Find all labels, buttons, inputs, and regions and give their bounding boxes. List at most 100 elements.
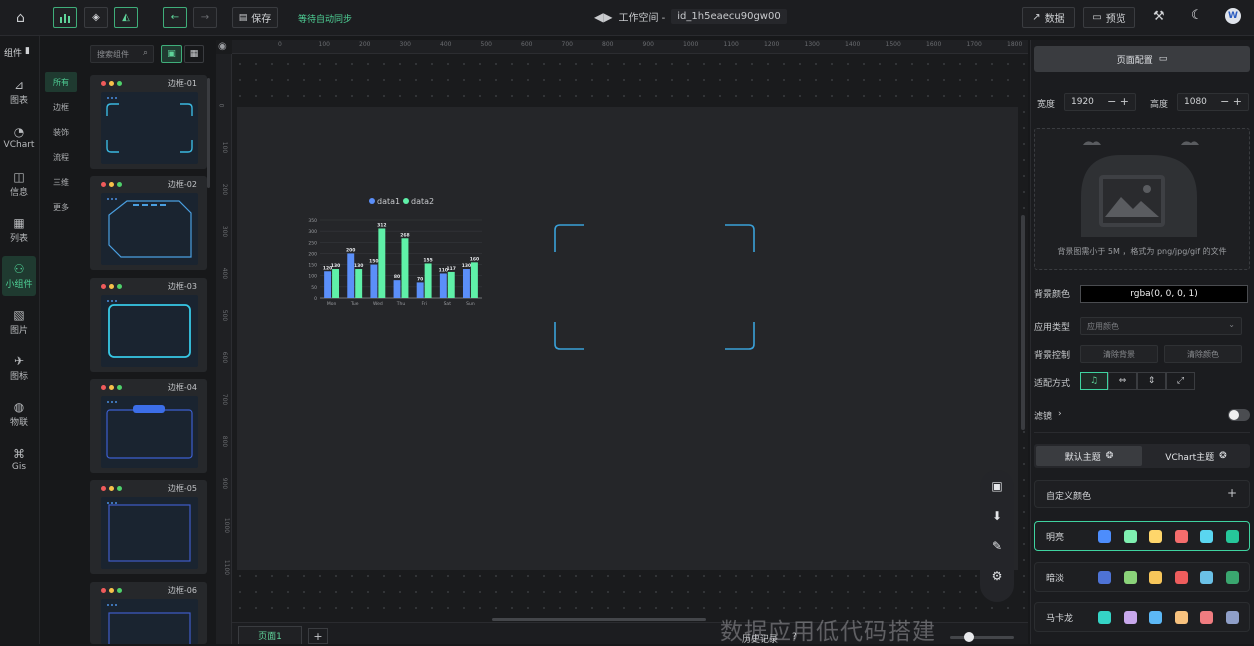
filter-row[interactable]: 滤镜 › bbox=[1034, 409, 1062, 422]
component-card[interactable]: 边框-01 bbox=[90, 75, 207, 169]
magic-wand-icon[interactable]: ⚒ bbox=[1153, 9, 1165, 24]
eye-icon[interactable]: ◉ bbox=[218, 41, 227, 52]
component-card[interactable]: 边框-02 bbox=[90, 176, 207, 270]
upload-hint: 背景图需小于 5M ，格式为 png/jpg/gif 的文件 bbox=[1057, 247, 1227, 256]
ruler-tick-label: 300 bbox=[221, 225, 229, 238]
ruler-tick-label: 1000 bbox=[683, 41, 699, 48]
data-label: 130 bbox=[331, 263, 340, 269]
color-swatch bbox=[1200, 611, 1213, 624]
bar-chart-widget[interactable]: data1 data2050100150200250300350Mon120130… bbox=[300, 190, 485, 310]
component-list-scrollbar[interactable] bbox=[207, 78, 210, 188]
subcategory-item[interactable]: 装饰 bbox=[45, 122, 77, 142]
component-card[interactable]: 边框-04 bbox=[90, 379, 207, 473]
rail-item-4[interactable]: ⚇ 小组件 bbox=[2, 256, 36, 296]
apply-type-select[interactable]: 应用颜色 ⌄ bbox=[1080, 317, 1242, 335]
trend-icon: ↗ bbox=[1032, 12, 1041, 23]
border-preview-icon bbox=[107, 502, 191, 562]
rail-item-0[interactable]: ⊿ 图表 bbox=[2, 72, 36, 112]
rail-item-5[interactable]: ▧ 图片 bbox=[2, 302, 36, 342]
plus-icon[interactable]: + bbox=[1227, 486, 1237, 500]
bar-data2 bbox=[470, 262, 478, 298]
data-button[interactable]: ↗ 数据 bbox=[1022, 7, 1075, 28]
component-card[interactable]: 边框-03 bbox=[90, 278, 207, 372]
subcategory-item[interactable]: 流程 bbox=[45, 147, 77, 167]
bar-chart-icon: ▮ bbox=[25, 46, 30, 56]
stepper-icon[interactable]: − + bbox=[1107, 95, 1129, 108]
workspace-indicator: ◀▶ 工作空间 - id_1h5eaecu90gw00 bbox=[594, 9, 787, 24]
clear-bg-button[interactable]: 清除背景 bbox=[1080, 345, 1158, 363]
theme-row[interactable]: 马卡龙 bbox=[1034, 602, 1250, 632]
border-frame-widget[interactable] bbox=[552, 222, 757, 352]
toggle-details-button[interactable]: ◭ bbox=[114, 7, 138, 28]
toggle-layers-button[interactable]: ◈ bbox=[84, 7, 108, 28]
bg-color-input[interactable]: rgba(0, 0, 0, 1) bbox=[1080, 285, 1248, 303]
moon-icon[interactable]: ☾ bbox=[1191, 8, 1203, 23]
theme-row[interactable]: 明亮 bbox=[1034, 521, 1250, 551]
redo-button[interactable]: → bbox=[193, 7, 217, 28]
width-input[interactable]: 1920 − + bbox=[1064, 93, 1136, 111]
download-icon[interactable]: ⬇ bbox=[984, 503, 1010, 529]
drop-icon: ◭ bbox=[122, 12, 130, 23]
color-swatch bbox=[1200, 530, 1213, 543]
subcategory-item[interactable]: 所有 bbox=[45, 72, 77, 92]
avatar[interactable]: W bbox=[1225, 8, 1241, 24]
component-search-input[interactable]: 搜索组件 ⌕ bbox=[90, 45, 154, 63]
add-page-button[interactable]: + bbox=[308, 628, 328, 644]
rail-item-6[interactable]: ✈ 图标 bbox=[2, 348, 36, 388]
canvas-vertical-scrollbar[interactable] bbox=[1021, 215, 1025, 430]
fit-width-button[interactable]: ⇔ bbox=[1108, 372, 1137, 390]
rail-item-1[interactable]: ◔ VChart bbox=[2, 118, 36, 158]
fit-auto-button[interactable]: ♫ bbox=[1080, 372, 1108, 390]
color-swatch bbox=[1225, 611, 1239, 624]
clear-color-button[interactable]: 清除颜色 bbox=[1164, 345, 1242, 363]
ruler-tick-label: 1100 bbox=[723, 41, 739, 48]
component-card[interactable]: 边框-06 bbox=[90, 582, 207, 644]
bar-data1 bbox=[439, 273, 447, 298]
ruler-tick-label: 200 bbox=[359, 41, 371, 48]
ruler-tick-label: 600 bbox=[221, 351, 229, 364]
rail-item-label: 图表 bbox=[9, 95, 28, 106]
toggle-charts-button[interactable] bbox=[53, 7, 77, 28]
page-config-header[interactable]: 页面配置 ▭ bbox=[1034, 46, 1250, 72]
save-button[interactable]: ▤ 保存 bbox=[232, 7, 278, 28]
rail-item-2[interactable]: ◫ 信息 bbox=[2, 164, 36, 204]
rail-item-8[interactable]: ⌘ Gis bbox=[2, 440, 36, 480]
home-icon[interactable]: ⌂ bbox=[16, 10, 32, 26]
subcategory-item[interactable]: 三维 bbox=[45, 172, 77, 192]
fit-mode-label: 适配方式 bbox=[1034, 379, 1071, 389]
project-id[interactable]: id_1h5eaecu90gw00 bbox=[671, 9, 787, 24]
category-icon: ◔ bbox=[13, 125, 25, 139]
grid-view-icon: ▦ bbox=[189, 49, 199, 59]
subcategory-item[interactable]: 更多 bbox=[45, 197, 77, 217]
rail-item-label: 图标 bbox=[9, 371, 28, 382]
settings-icon[interactable]: ⚙ bbox=[984, 563, 1010, 589]
zoom-slider-handle[interactable] bbox=[964, 632, 974, 642]
theme-row[interactable]: 暗淡 bbox=[1034, 562, 1250, 592]
view-grid-toggle[interactable]: ▦ bbox=[184, 45, 204, 63]
height-input[interactable]: 1080 − + bbox=[1177, 93, 1249, 111]
tab-vchart-theme[interactable]: VChart主题 ❂ bbox=[1144, 446, 1248, 466]
component-card[interactable]: 边框-05 bbox=[90, 480, 207, 574]
edit-icon[interactable]: ✎ bbox=[984, 533, 1010, 559]
tab-default-theme[interactable]: 默认主题 ❂ bbox=[1036, 446, 1142, 466]
filter-toggle[interactable] bbox=[1228, 409, 1250, 421]
stepper-icon[interactable]: − + bbox=[1220, 95, 1242, 108]
save-label: 保存 bbox=[251, 14, 272, 25]
preview-button[interactable]: ▭ 预览 bbox=[1083, 7, 1135, 28]
subcategory-item[interactable]: 边框 bbox=[45, 97, 77, 117]
background-upload-area[interactable]: 背景图需小于 5M ，格式为 png/jpg/gif 的文件 bbox=[1034, 128, 1250, 270]
card-preview bbox=[101, 497, 198, 569]
window-dots-icon bbox=[101, 284, 122, 289]
zoom-slider[interactable] bbox=[950, 632, 1014, 642]
border-preview-icon bbox=[106, 401, 193, 459]
custom-color-row[interactable]: 自定义颜色 + bbox=[1034, 480, 1250, 508]
fit-height-button[interactable]: ⇕ bbox=[1137, 372, 1166, 390]
lock-icon[interactable]: ▣ bbox=[984, 473, 1010, 499]
horizontal-scrollbar[interactable] bbox=[492, 618, 706, 621]
rail-item-7[interactable]: ◍ 物联 bbox=[2, 394, 36, 434]
fit-full-button[interactable]: ⤢ bbox=[1166, 372, 1195, 390]
view-list-toggle[interactable]: ▣ bbox=[161, 45, 182, 63]
page-tab[interactable]: 页面1 bbox=[238, 626, 302, 644]
rail-item-3[interactable]: ▦ 列表 bbox=[2, 210, 36, 250]
undo-button[interactable]: ← bbox=[163, 7, 187, 28]
